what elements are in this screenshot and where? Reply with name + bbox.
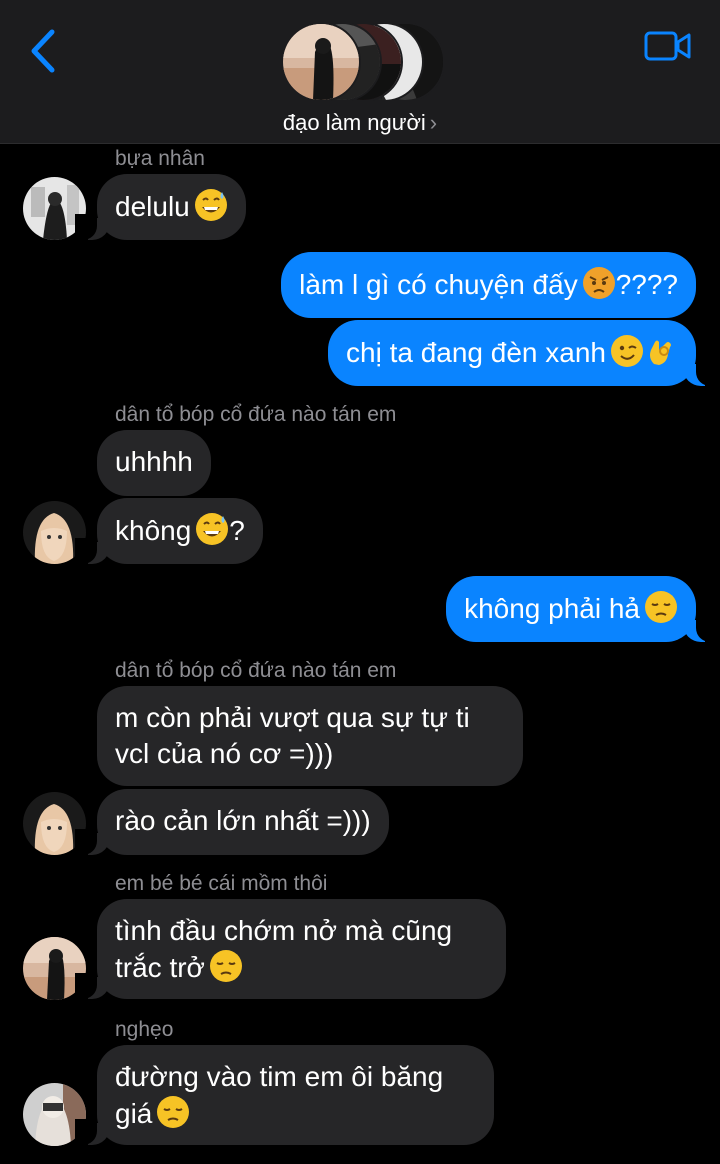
pensive-emoji-icon — [156, 1095, 191, 1129]
message-text-line: giá — [115, 1098, 153, 1129]
message-text-line: đường vào tim em ôi băng — [115, 1061, 444, 1092]
message-bubble-incoming[interactable]: không? — [75, 498, 263, 564]
pensive-emoji-icon — [208, 949, 243, 983]
message-text: không phải hả — [464, 593, 640, 624]
sender-name: em bé bé cái mồm thôi — [115, 872, 328, 895]
message-bubble-incoming[interactable]: rào cản lớn nhất =))) — [75, 789, 389, 855]
sender-name: nghẹo — [115, 1018, 174, 1041]
message-suffix: ? — [229, 515, 245, 546]
message-bubble-outgoing[interactable]: làm l gì có chuyện đấy???? — [281, 252, 696, 318]
message-bubble-incoming[interactable]: m còn phải vượt qua sự tự ti vcl của nó … — [97, 686, 523, 786]
sender-name: dân tổ bóp cổ đứa nào tán em — [115, 403, 397, 426]
member-avatar — [281, 22, 361, 102]
pensive-emoji-icon — [644, 590, 678, 624]
message-suffix: ???? — [615, 269, 678, 300]
group-name-label: đạo làm người — [282, 110, 426, 135]
message-text: rào cản lớn nhất =))) — [115, 805, 371, 836]
message-text-line: trắc trở — [115, 952, 205, 983]
message-text: chị ta đang đèn xanh — [346, 337, 606, 368]
sender-name: dân tổ bóp cổ đứa nào tán em — [115, 659, 397, 682]
wink-emoji-icon — [610, 334, 644, 368]
video-call-icon[interactable] — [644, 30, 692, 62]
message-text: không — [115, 515, 192, 546]
message-bubble-outgoing[interactable]: không phải hả — [446, 576, 718, 642]
message-text-line: tình đầu chớm nở mà cũng — [115, 915, 453, 946]
angry-emoji-icon — [581, 266, 616, 300]
grinning-sweat-emoji-icon — [193, 188, 228, 222]
message-bubble-incoming[interactable]: uhhhh — [97, 430, 211, 496]
back-chevron-icon[interactable] — [26, 28, 66, 74]
ok-hand-emoji-icon — [649, 339, 672, 366]
message-bubble-incoming[interactable]: delulu — [75, 174, 246, 240]
message-bubble-incoming[interactable]: đường vào tim em ôi băng giá — [75, 1045, 494, 1145]
group-name-button[interactable]: đạo làm người › — [0, 110, 720, 136]
group-avatar-stack[interactable] — [281, 22, 445, 102]
conversation-header: đạo làm người › — [0, 0, 720, 144]
chevron-right-icon: › — [429, 110, 438, 135]
message-text-line: vcl của nó cơ =))) — [115, 738, 334, 769]
message-bubble-outgoing[interactable]: chị ta đang đèn xanh — [328, 320, 718, 386]
message-text: uhhhh — [115, 446, 193, 477]
message-text-line: m còn phải vượt qua sự tự ti — [115, 702, 470, 733]
message-text: delulu — [115, 191, 190, 222]
message-bubble-incoming[interactable]: tình đầu chớm nở mà cũng trắc trở — [75, 899, 506, 999]
sender-name: bựa nhân — [115, 147, 205, 170]
grinning-sweat-emoji-icon — [195, 512, 230, 546]
message-text: làm l gì có chuyện đấy — [299, 269, 578, 300]
